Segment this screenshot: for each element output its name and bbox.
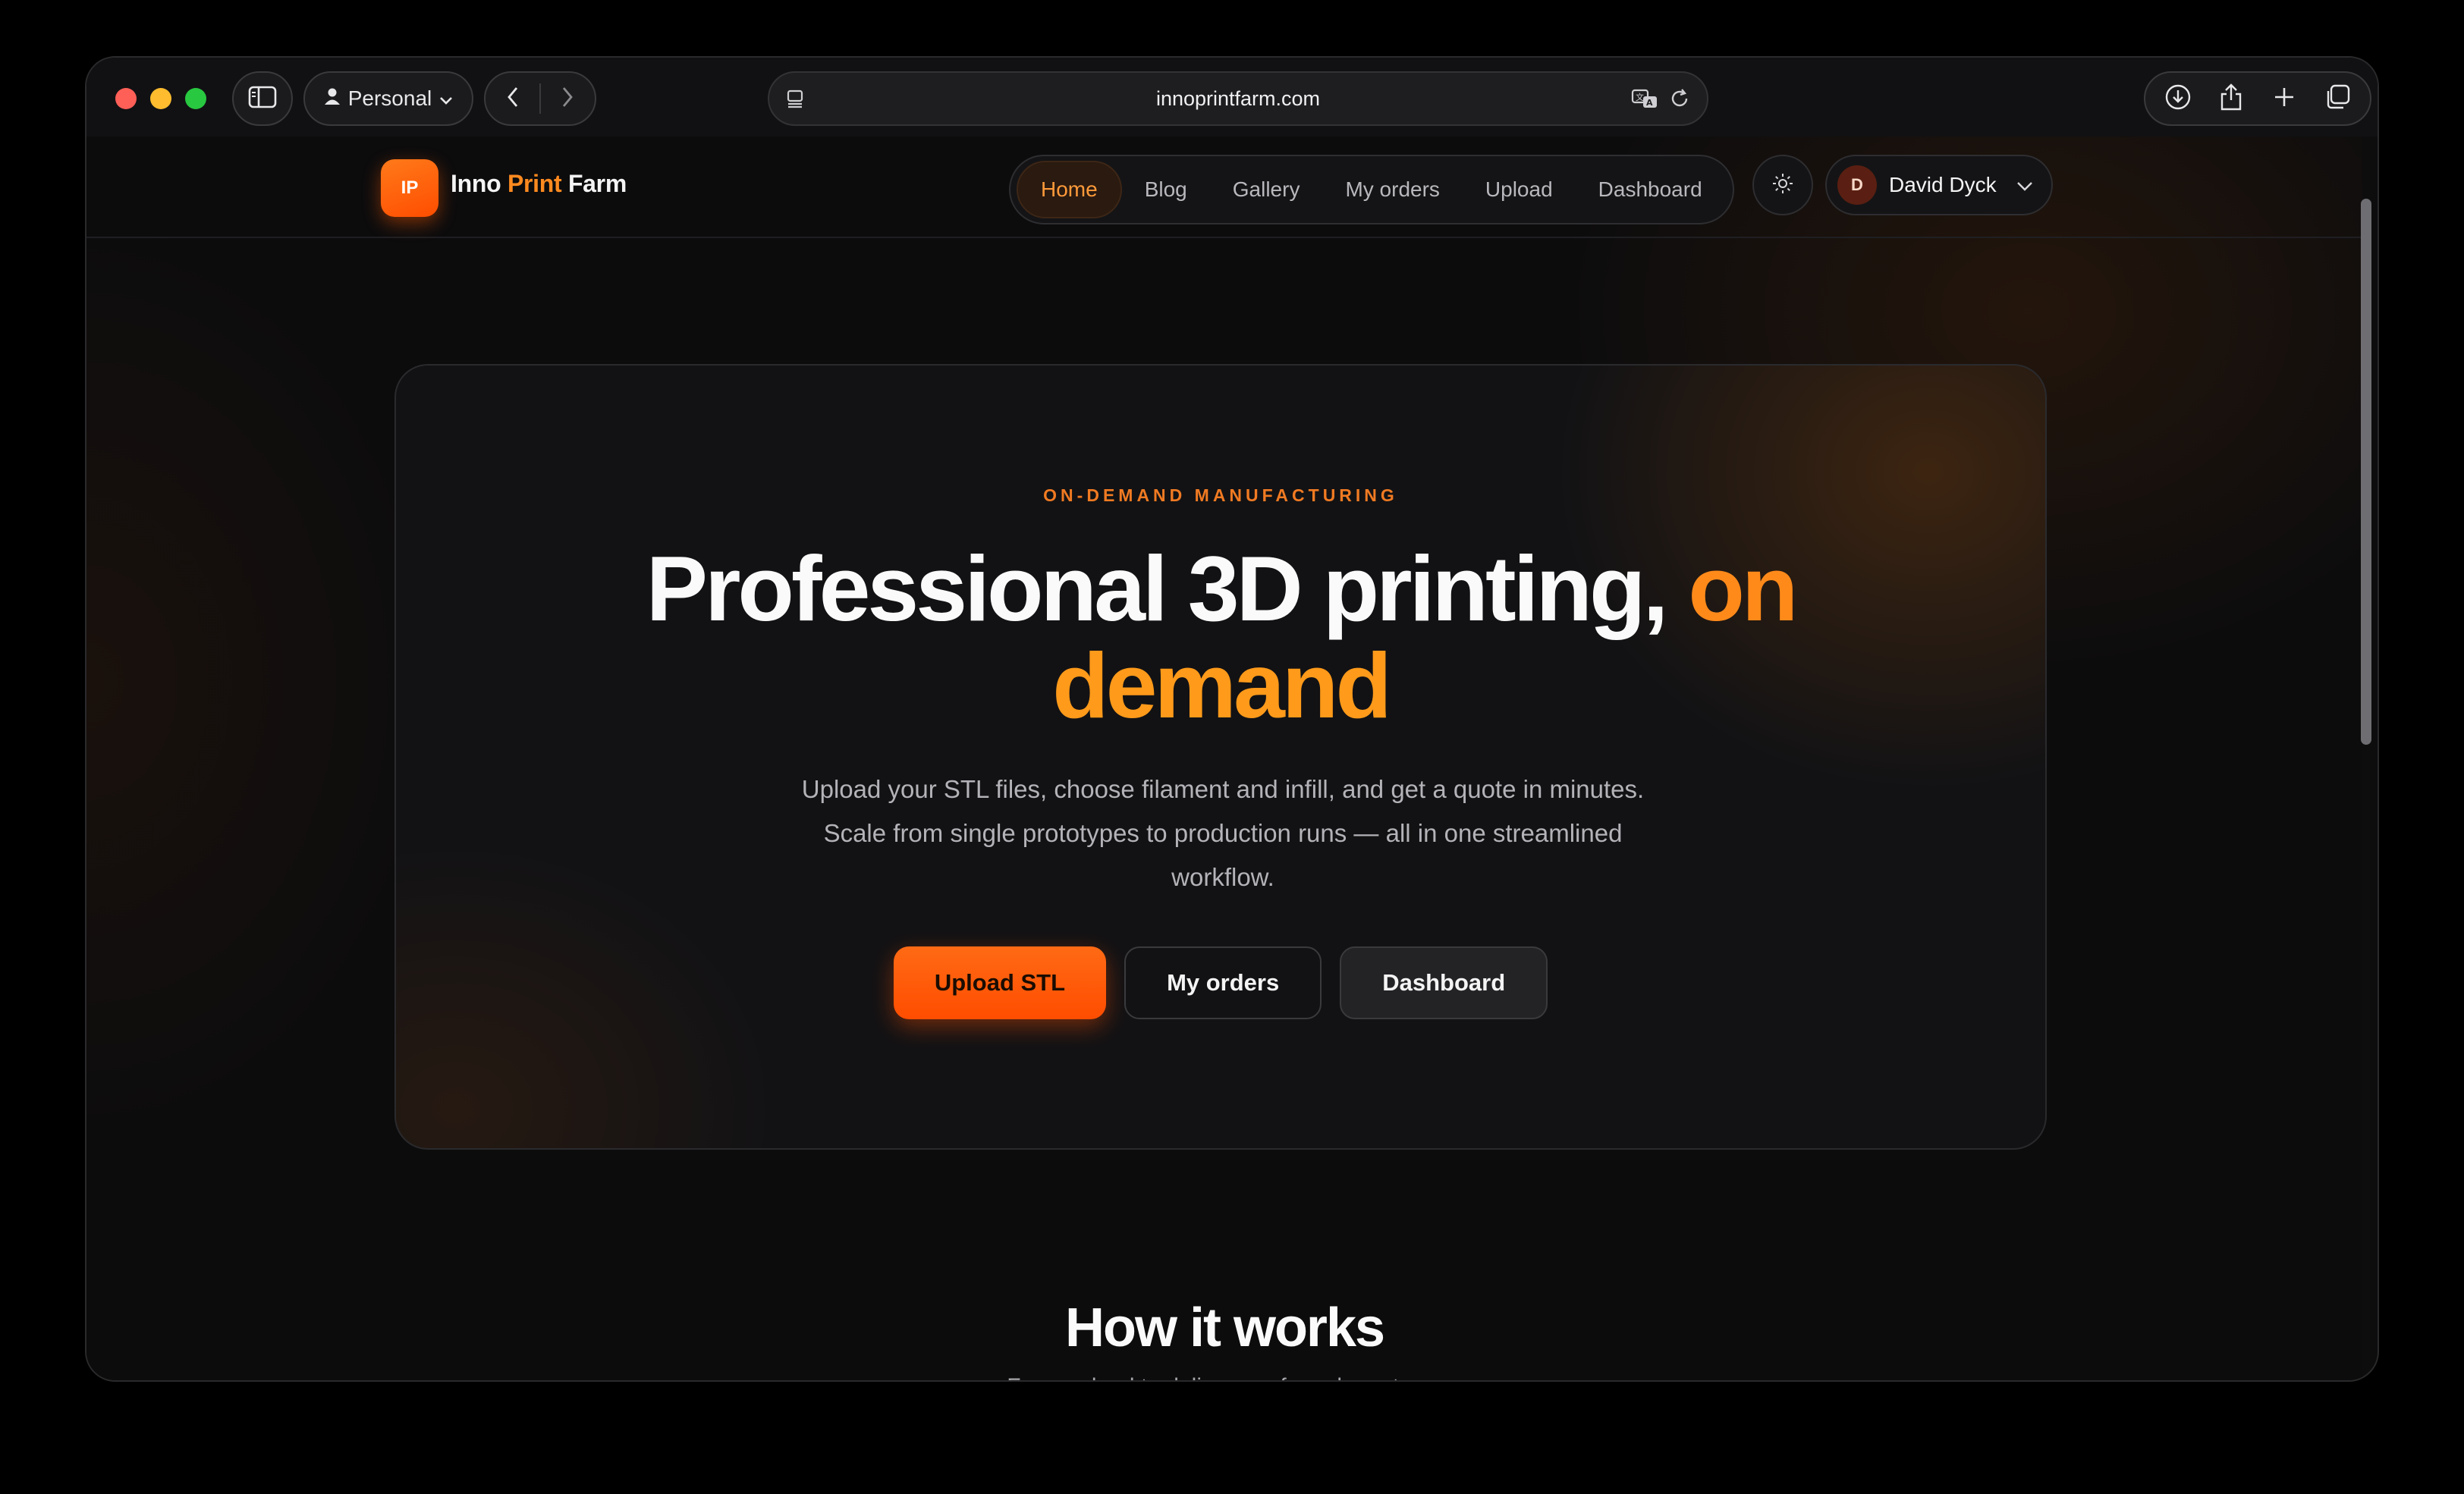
svg-text:文: 文 [1636, 92, 1644, 102]
nav-my-orders[interactable]: My orders [1322, 161, 1462, 218]
downloads-button[interactable] [2157, 77, 2199, 120]
browser-window: Personal innoprintfarm.com 文A IP Inno Pr… [85, 56, 2379, 1382]
headline-accent-1: on [1688, 537, 1798, 640]
chevron-right-icon [561, 86, 574, 111]
close-window-button[interactable] [115, 88, 137, 109]
forward-button[interactable] [541, 73, 595, 124]
sun-icon [1771, 172, 1794, 199]
history-nav-group [484, 71, 596, 126]
chevron-down-icon [439, 86, 453, 111]
address-bar[interactable]: innoprintfarm.com 文A [768, 71, 1708, 126]
upload-stl-button[interactable]: Upload STL [893, 946, 1107, 1019]
web-page: IP Inno Print Farm Home Blog Gallery My … [86, 137, 2362, 1380]
sidebar-icon [248, 86, 277, 112]
logo-badge[interactable]: IP [381, 159, 438, 217]
minimize-window-button[interactable] [150, 88, 171, 109]
user-name: David Dyck [1889, 173, 1997, 196]
browser-toolbar: Personal innoprintfarm.com 文A [86, 58, 2378, 137]
zoom-window-button[interactable] [185, 88, 206, 109]
download-icon [2164, 83, 2192, 115]
logo-word-farm: Farm [567, 170, 627, 197]
logo-word-inno: Inno [451, 170, 501, 197]
new-tab-button[interactable] [2263, 77, 2305, 120]
theme-toggle-button[interactable] [1752, 155, 1813, 215]
nav-dashboard[interactable]: Dashboard [1576, 161, 1725, 218]
toolbar-actions [2144, 71, 2371, 126]
site-header: IP Inno Print Farm Home Blog Gallery My … [86, 137, 2362, 238]
reload-icon[interactable] [1667, 86, 1692, 116]
scrollbar-thumb[interactable] [2361, 199, 2371, 745]
person-icon [324, 86, 341, 111]
plus-icon [2273, 86, 2296, 112]
logo-word-print: Print [507, 170, 562, 197]
headline-accent-2: demand [1052, 634, 1392, 737]
back-button[interactable] [486, 73, 539, 124]
main-nav: Home Blog Gallery My orders Upload Dashb… [1009, 155, 1734, 224]
how-it-works-subtitle: From upload to delivery — four clear ste… [86, 1374, 2362, 1380]
headline-main: Professional 3D printing, [646, 537, 1669, 640]
site-logo-text[interactable]: Inno Print Farm [451, 170, 627, 198]
sidebar-toggle-button[interactable] [232, 71, 293, 126]
svg-text:A: A [1646, 98, 1653, 108]
chevron-left-icon [507, 86, 519, 111]
hero-headline: Professional 3D printing, on demand [396, 540, 2045, 734]
hero-eyebrow: ON-DEMAND MANUFACTURING [1043, 485, 1398, 505]
nav-upload[interactable]: Upload [1463, 161, 1576, 218]
tabs-icon [2324, 83, 2351, 115]
translate-icon[interactable]: 文A [1630, 83, 1660, 119]
avatar: D [1837, 165, 1877, 205]
my-orders-button[interactable]: My orders [1124, 946, 1322, 1019]
page-menu-icon[interactable] [780, 83, 810, 119]
user-menu-button[interactable]: D David Dyck [1825, 155, 2053, 215]
share-icon [2219, 83, 2243, 115]
dashboard-button[interactable]: Dashboard [1340, 946, 1548, 1019]
profile-label: Personal [347, 86, 432, 110]
share-button[interactable] [2210, 77, 2252, 120]
hero-card: ON-DEMAND MANUFACTURING Professional 3D … [394, 364, 2047, 1150]
page-scrollbar[interactable] [2359, 199, 2373, 1380]
nav-blog[interactable]: Blog [1122, 161, 1210, 218]
tab-overview-button[interactable] [2316, 77, 2359, 120]
hero-subtitle: Upload your STL files, choose filament a… [801, 775, 1645, 891]
nav-home[interactable]: Home [1017, 161, 1122, 218]
url-text: innoprintfarm.com [1155, 86, 1321, 110]
how-it-works-title: How it works [1064, 1298, 1385, 1358]
chevron-down-icon [2016, 173, 2033, 197]
nav-gallery[interactable]: Gallery [1210, 161, 1323, 218]
profile-switcher[interactable]: Personal [303, 71, 473, 126]
hero-cta-row: Upload STL My orders Dashboard [396, 946, 2045, 1019]
